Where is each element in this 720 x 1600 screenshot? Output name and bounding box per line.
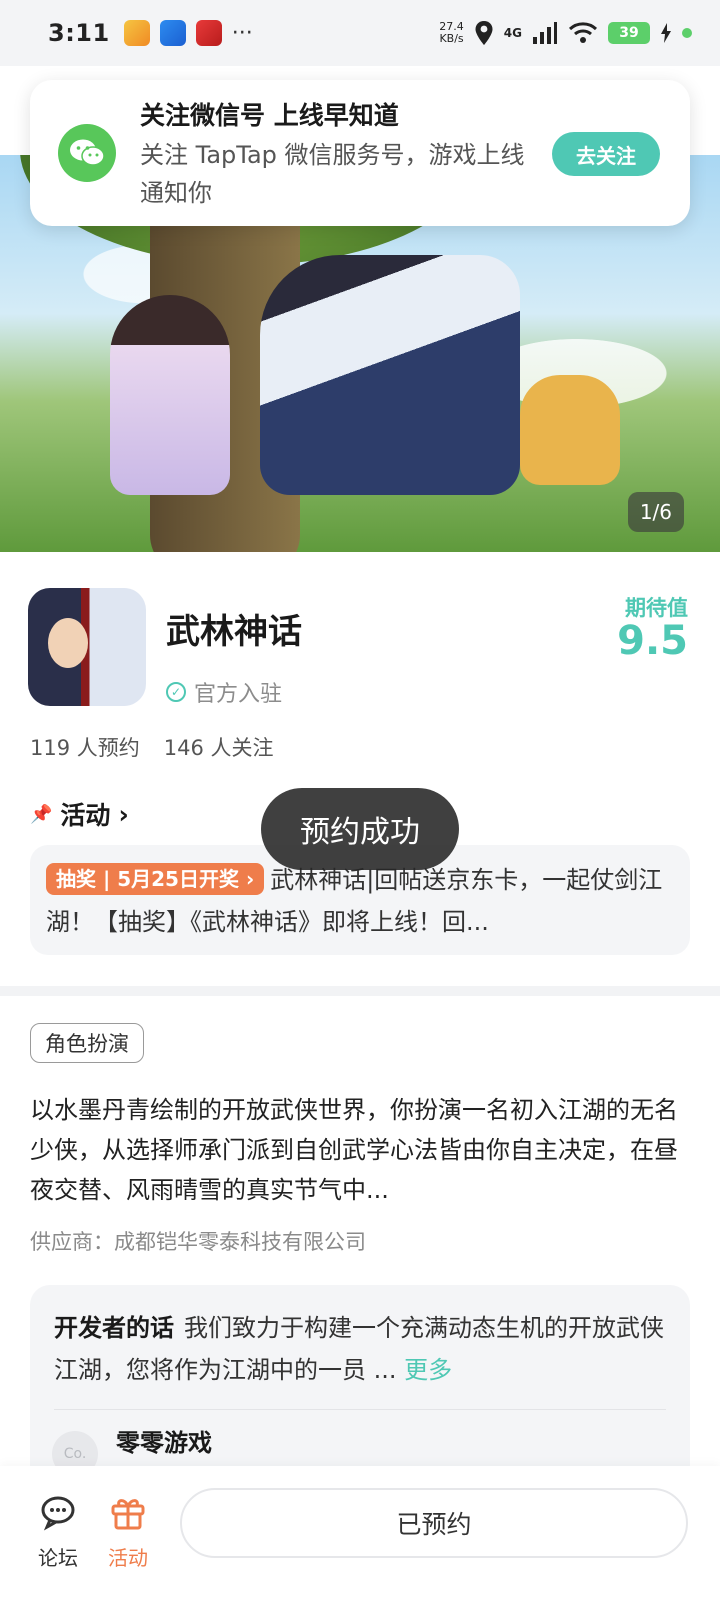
status-bar: 3:11 ··· 27.4 KB/s 4G 39	[0, 0, 720, 66]
notification-app-icon	[159, 20, 186, 46]
banner-description: 关注 TapTap 微信服务号，游戏上线通知你	[140, 141, 525, 207]
supplier-info: 供应商：成都铠华零泰科技有限公司	[30, 1230, 366, 1254]
hero-artwork	[110, 295, 230, 495]
notification-app-icon	[195, 20, 222, 46]
check-circle-icon: ✓	[166, 682, 186, 702]
reserved-button[interactable]: 已预约	[180, 1488, 688, 1558]
wechat-follow-banner[interactable]: 关注微信号 上线早知道 关注 TapTap 微信服务号，游戏上线通知你 去关注	[30, 80, 690, 226]
game-stats: 119 人预约 146 人关注	[30, 732, 274, 762]
signal-icon	[533, 22, 557, 44]
wifi-icon	[568, 22, 598, 43]
pin-icon: 📌	[30, 803, 53, 825]
more-notifications-icon: ···	[231, 20, 253, 46]
follow-button[interactable]: 去关注	[552, 132, 660, 176]
activity-section-header[interactable]: 📌 活动 ›	[30, 796, 129, 832]
carousel-counter: 1/6	[627, 492, 684, 532]
tab-forum-label: 论坛	[38, 1546, 78, 1570]
developer-note-card[interactable]: 开发者的话 我们致力于构建一个充满动态生机的开放武侠江湖，您将作为江湖中的一员 .…	[30, 1285, 690, 1485]
section-divider	[0, 986, 720, 996]
privacy-dot-icon	[682, 28, 692, 38]
chevron-right-icon: ›	[118, 799, 129, 829]
network-type: 4G	[503, 26, 522, 40]
tab-forum[interactable]: 论坛	[28, 1492, 88, 1571]
notification-app-icon	[123, 20, 150, 46]
gift-icon	[111, 1499, 145, 1530]
bottom-action-bar: 论坛 活动 已预约	[0, 1466, 720, 1600]
banner-title: 关注微信号 上线早知道	[140, 101, 399, 130]
status-app-icons	[123, 20, 222, 46]
charging-icon	[661, 23, 671, 43]
hero-artwork	[520, 375, 620, 485]
expectation-score: 9.5	[617, 618, 688, 664]
official-label: 官方入驻	[194, 682, 283, 707]
battery-indicator: 39	[608, 22, 650, 44]
tab-activity[interactable]: 活动	[98, 1492, 158, 1571]
status-time: 3:11	[48, 19, 110, 47]
divider	[54, 1409, 666, 1410]
success-toast: 预约成功	[261, 788, 459, 870]
follower-count: 146 人关注	[163, 736, 274, 760]
game-title: 武林神话	[166, 612, 302, 652]
reservation-count: 119 人预约	[30, 736, 140, 760]
status-indicators: 27.4 KB/s 4G 39	[439, 20, 692, 46]
activity-heading: 活动	[60, 801, 111, 830]
lottery-tag: 抽奖 | 5月25日开奖 ›	[46, 863, 265, 895]
hero-artwork	[260, 255, 520, 495]
more-link[interactable]: 更多	[404, 1356, 452, 1384]
developer-note-label: 开发者的话	[54, 1314, 174, 1342]
game-description[interactable]: 以水墨丹青绘制的开放武侠世界，你扮演一名初入江湖的无名少侠，从选择师承门派到自创…	[30, 1090, 686, 1210]
developer-note: 开发者的话 我们致力于构建一个充满动态生机的开放武侠江湖，您将作为江湖中的一员 .…	[54, 1307, 666, 1391]
developer-name[interactable]: 零零游戏	[116, 1423, 212, 1458]
tab-activity-label: 活动	[108, 1546, 148, 1570]
wechat-icon	[58, 124, 116, 182]
network-speed: 27.4 KB/s	[439, 20, 464, 45]
forum-icon	[41, 1496, 75, 1531]
game-icon	[28, 588, 146, 706]
location-icon	[475, 21, 493, 45]
genre-tag[interactable]: 角色扮演	[30, 1023, 144, 1063]
official-badge: ✓ 官方入驻	[166, 676, 282, 708]
